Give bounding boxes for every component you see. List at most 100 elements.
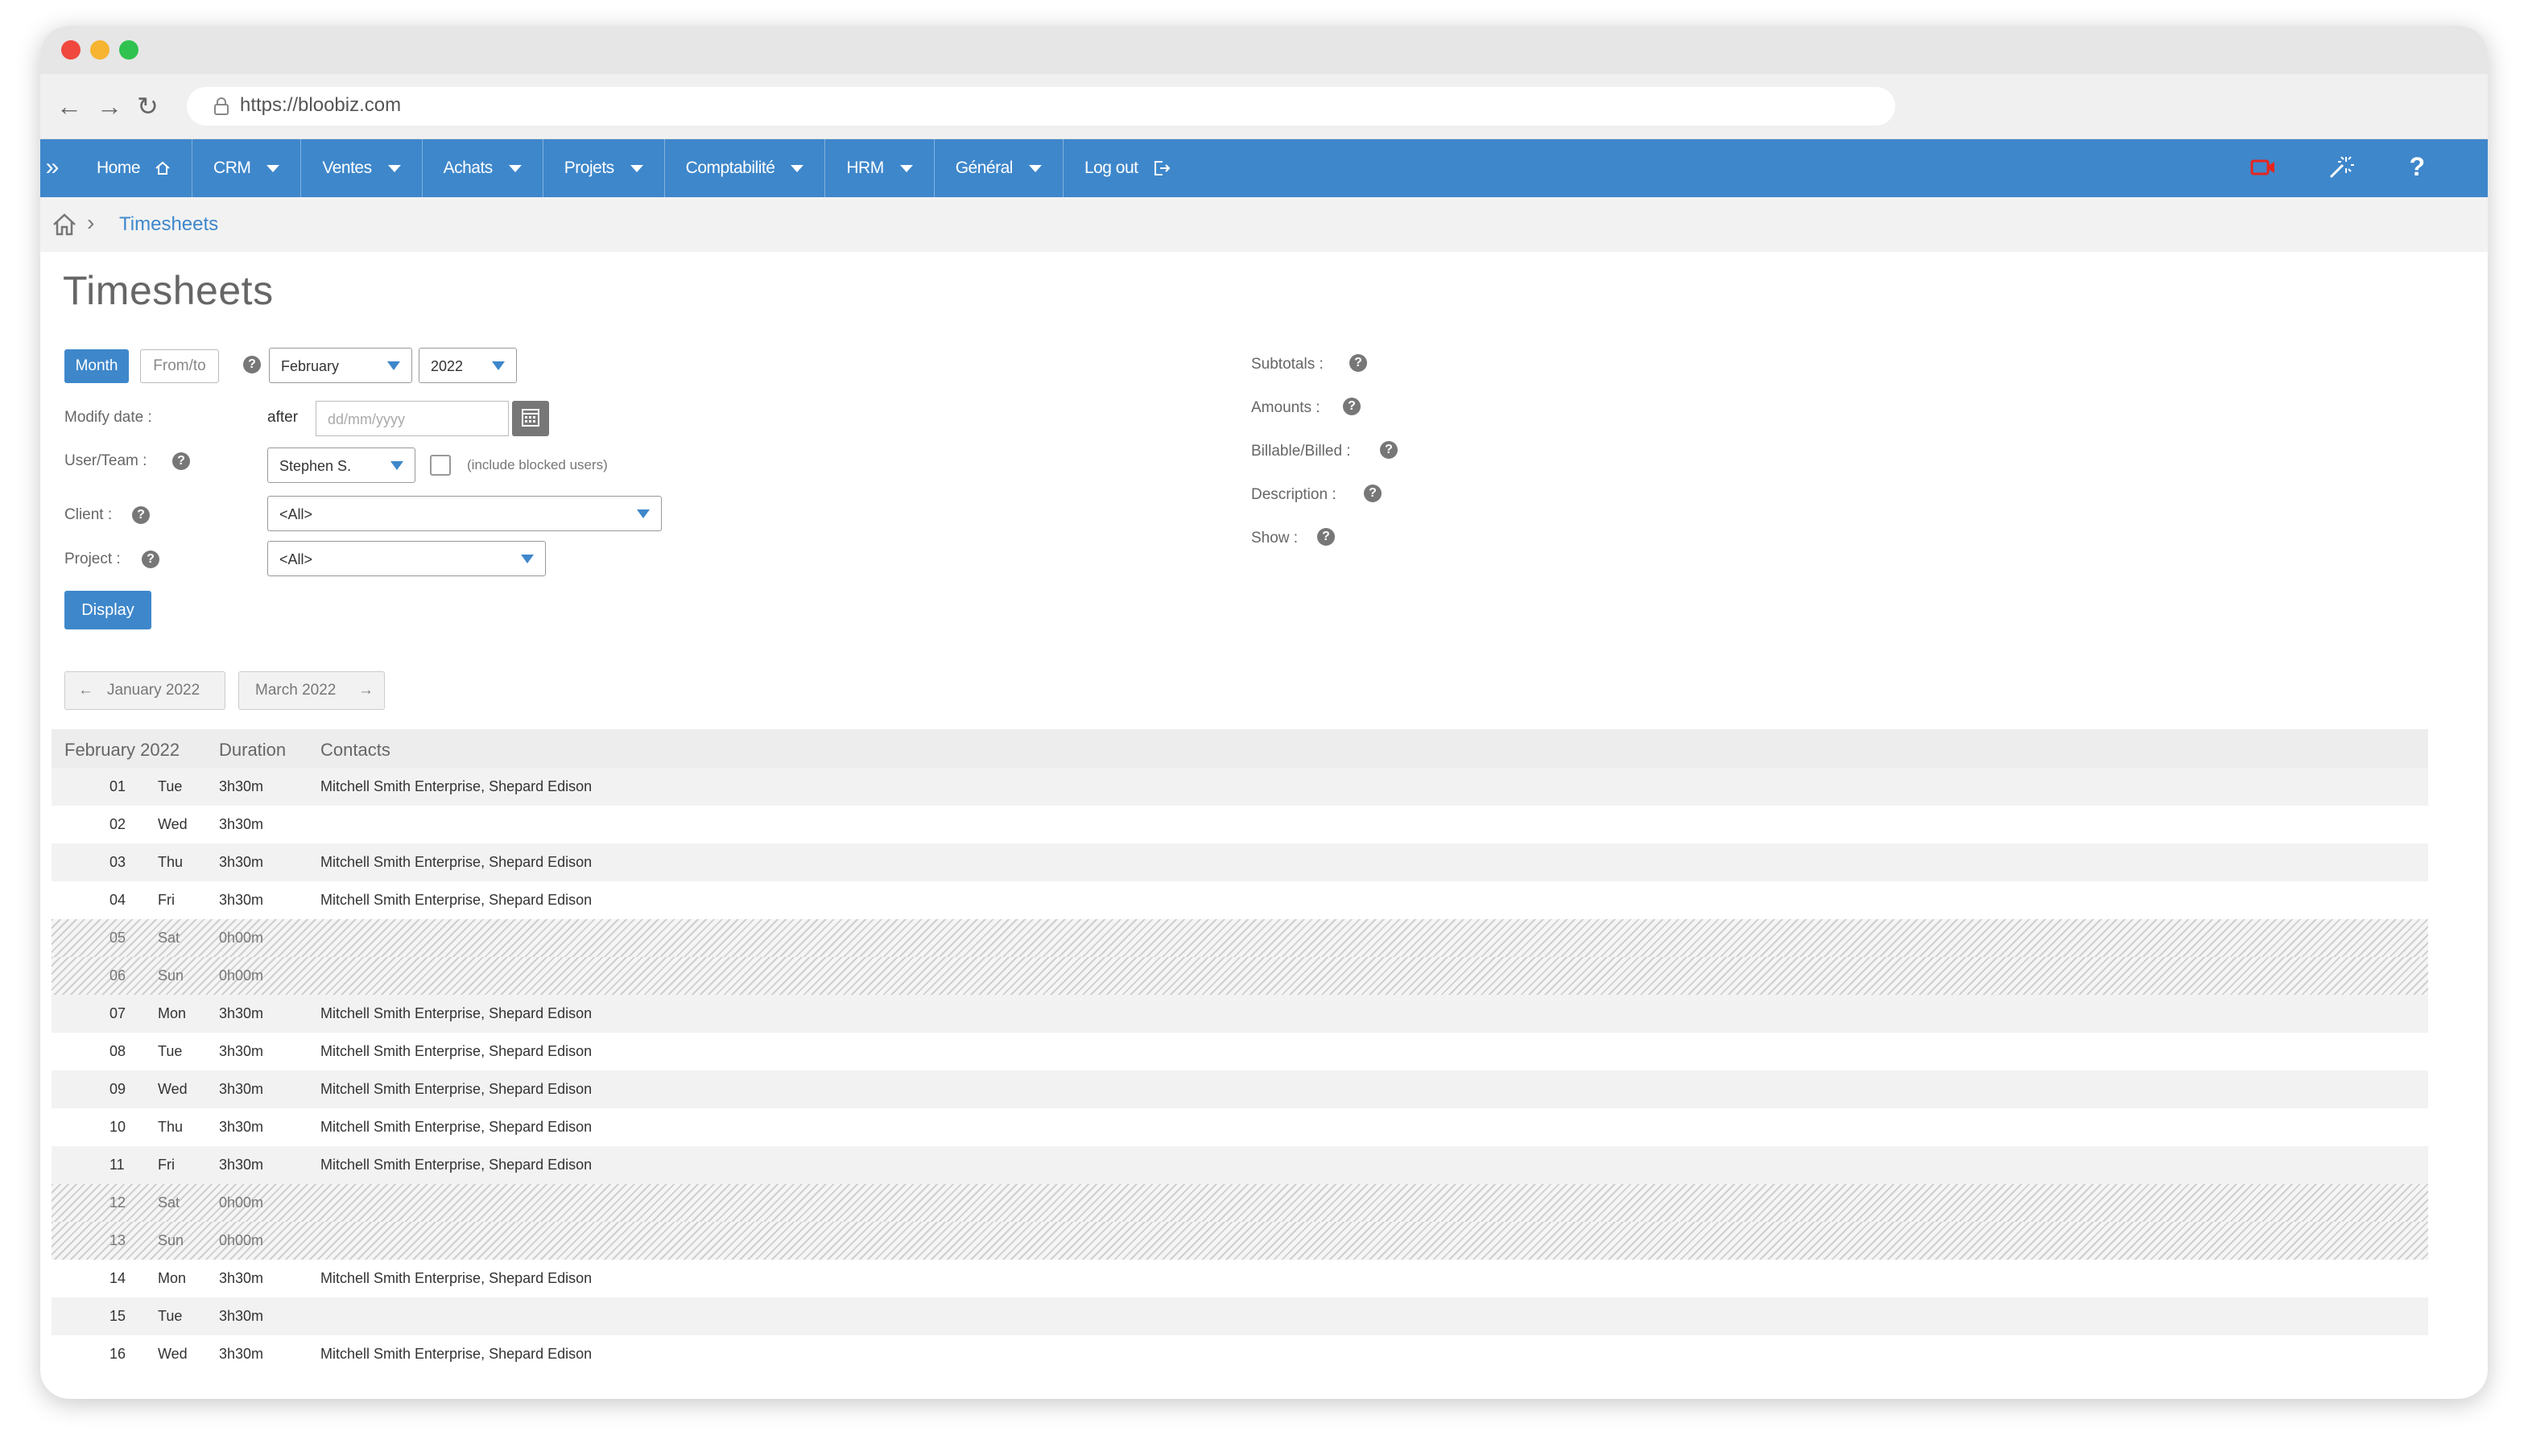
nav-item-hrm[interactable]: HRM	[825, 139, 935, 197]
table-row[interactable]: 02 Wed 3h30m	[52, 806, 2428, 843]
day-number: 03	[109, 854, 126, 870]
user-select[interactable]: Stephen S.	[267, 448, 415, 483]
breadcrumb-timesheets[interactable]: Timesheets	[119, 213, 218, 236]
day-name: Wed	[158, 1346, 188, 1362]
day-number: 06	[109, 967, 126, 984]
maximize-window-button[interactable]	[119, 40, 138, 60]
day-number: 01	[109, 778, 126, 794]
reload-icon[interactable]: ↻	[137, 89, 159, 124]
after-label: after	[267, 409, 299, 426]
nav-item-label: CRM	[213, 159, 251, 177]
table-row[interactable]: 05 Sat 0h00m	[52, 919, 2428, 957]
day-number: 08	[109, 1043, 126, 1059]
day-name: Sun	[158, 1232, 184, 1248]
magic-wand-icon[interactable]	[2327, 154, 2354, 181]
duration-cell: 3h30m	[219, 892, 264, 908]
amounts-label: Amounts :	[1251, 399, 1320, 416]
day-number: 15	[109, 1308, 126, 1324]
table-row[interactable]: 12 Sat 0h00m	[52, 1184, 2428, 1222]
help-icon[interactable]: ?	[2409, 152, 2425, 182]
help-icon[interactable]: ?	[132, 506, 150, 524]
include-blocked-label: (include blocked users)	[467, 457, 608, 472]
table-row[interactable]: 04 Fri 3h30m Mitchell Smith Enterprise, She…	[52, 881, 2428, 919]
contacts-cell: Mitchell Smith Enterprise, Shepard Ediso…	[320, 1081, 593, 1097]
table-row[interactable]: 15 Tue 3h30m	[52, 1297, 2428, 1335]
home-icon	[155, 161, 170, 175]
help-icon[interactable]: ?	[1380, 441, 1398, 459]
help-icon[interactable]: ?	[1364, 485, 1382, 502]
chevron-down-icon	[1028, 164, 1042, 172]
table-row[interactable]: 07 Mon 3h30m Mitchell Smith Enterprise, She…	[52, 995, 2428, 1033]
table-header: February 2022 Duration Contacts	[52, 729, 2428, 768]
user-select-value: Stephen S.	[279, 458, 352, 474]
day-name: Tue	[158, 1308, 183, 1324]
client-select-value: <All>	[279, 506, 313, 522]
table-row[interactable]: 09 Wed 3h30m Mitchell Smith Enterprise, She…	[52, 1070, 2428, 1108]
nav-item-home[interactable]: Home	[76, 139, 193, 197]
table-row[interactable]: 03 Thu 3h30m Mitchell Smith Enterprise, She…	[52, 843, 2428, 881]
day-name: Fri	[158, 892, 175, 908]
nav-item-ventes[interactable]: Ventes	[301, 139, 423, 197]
help-icon[interactable]: ?	[172, 452, 190, 470]
arrow-left-icon: ←	[78, 682, 93, 699]
nav-item-logout[interactable]: Log out	[1064, 139, 1192, 197]
day-number: 16	[109, 1346, 126, 1362]
expand-menu-icon[interactable]: »	[40, 139, 64, 197]
calendar-icon[interactable]	[512, 401, 549, 436]
table-row[interactable]: 11 Fri 3h30m Mitchell Smith Enterprise, She…	[52, 1146, 2428, 1184]
include-blocked-checkbox[interactable]	[430, 455, 451, 476]
forward-arrow-icon[interactable]: →	[97, 89, 122, 124]
table-row[interactable]: 16 Wed 3h30m Mitchell Smith Enterprise, She…	[52, 1335, 2428, 1373]
help-icon[interactable]: ?	[1317, 528, 1335, 546]
project-select-value: <All>	[279, 551, 313, 567]
table-row[interactable]: 10 Thu 3h30m Mitchell Smith Enterprise, She…	[52, 1108, 2428, 1146]
nav-menu: Home CRM Ventes Achats Projets Comptabil…	[76, 139, 1192, 197]
month-select[interactable]: February	[269, 348, 412, 383]
fromto-button[interactable]: From/to	[140, 349, 219, 383]
nav-item-achats[interactable]: Achats	[423, 139, 543, 197]
column-header-contacts: Contacts	[320, 740, 390, 760]
duration-cell: 3h30m	[219, 1005, 264, 1021]
chevron-down-icon	[387, 361, 400, 370]
table-row[interactable]: 13 Sun 0h00m	[52, 1222, 2428, 1260]
day-name: Tue	[158, 1043, 183, 1059]
url-input[interactable]: https://bloobiz.com	[187, 87, 1895, 126]
billable-label: Billable/Billed :	[1251, 443, 1351, 460]
year-select[interactable]: 2022	[419, 348, 517, 383]
prev-month-button[interactable]: ← January 2022	[64, 671, 225, 710]
help-icon[interactable]: ?	[243, 356, 261, 373]
help-icon[interactable]: ?	[142, 551, 159, 568]
help-icon[interactable]: ?	[1349, 354, 1367, 372]
table-row[interactable]: 14 Mon 3h30m Mitchell Smith Enterprise, She…	[52, 1260, 2428, 1297]
month-button[interactable]: Month	[64, 349, 129, 383]
next-month-button[interactable]: March 2022 →	[238, 671, 385, 710]
display-button[interactable]: Display	[64, 591, 151, 629]
table-row[interactable]: 08 Tue 3h30m Mitchell Smith Enterprise, She…	[52, 1033, 2428, 1070]
duration-cell: 3h30m	[219, 1081, 264, 1097]
modify-date-input[interactable]: dd/mm/yyyy	[316, 401, 509, 436]
home-icon[interactable]	[52, 212, 77, 237]
nav-item-crm[interactable]: CRM	[192, 139, 302, 197]
video-icon[interactable]	[2249, 154, 2277, 181]
duration-cell: 3h30m	[219, 816, 264, 832]
duration-cell: 3h30m	[219, 778, 264, 794]
nav-item-projets[interactable]: Projets	[543, 139, 665, 197]
close-window-button[interactable]	[61, 40, 81, 60]
nav-item-comptabilite[interactable]: Comptabilité	[665, 139, 826, 197]
day-name: Wed	[158, 816, 188, 832]
day-name: Fri	[158, 1157, 175, 1173]
column-header-month: February 2022	[64, 740, 180, 760]
minimize-window-button[interactable]	[90, 40, 109, 60]
help-icon[interactable]: ?	[1343, 398, 1361, 415]
nav-item-general[interactable]: Général	[935, 139, 1064, 197]
modify-date-label: Modify date :	[64, 409, 152, 426]
table-row[interactable]: 01 Tue 3h30m Mitchell Smith Enterprise, She…	[52, 768, 2428, 806]
back-arrow-icon[interactable]: ←	[56, 89, 82, 124]
contacts-cell: Mitchell Smith Enterprise, Shepard Ediso…	[320, 1005, 593, 1021]
client-select[interactable]: <All>	[267, 496, 662, 531]
description-label: Description :	[1251, 486, 1336, 503]
table-row[interactable]: 06 Sun 0h00m	[52, 957, 2428, 995]
show-label: Show :	[1251, 530, 1299, 547]
title-bar	[40, 26, 2488, 74]
project-select[interactable]: <All>	[267, 541, 546, 576]
